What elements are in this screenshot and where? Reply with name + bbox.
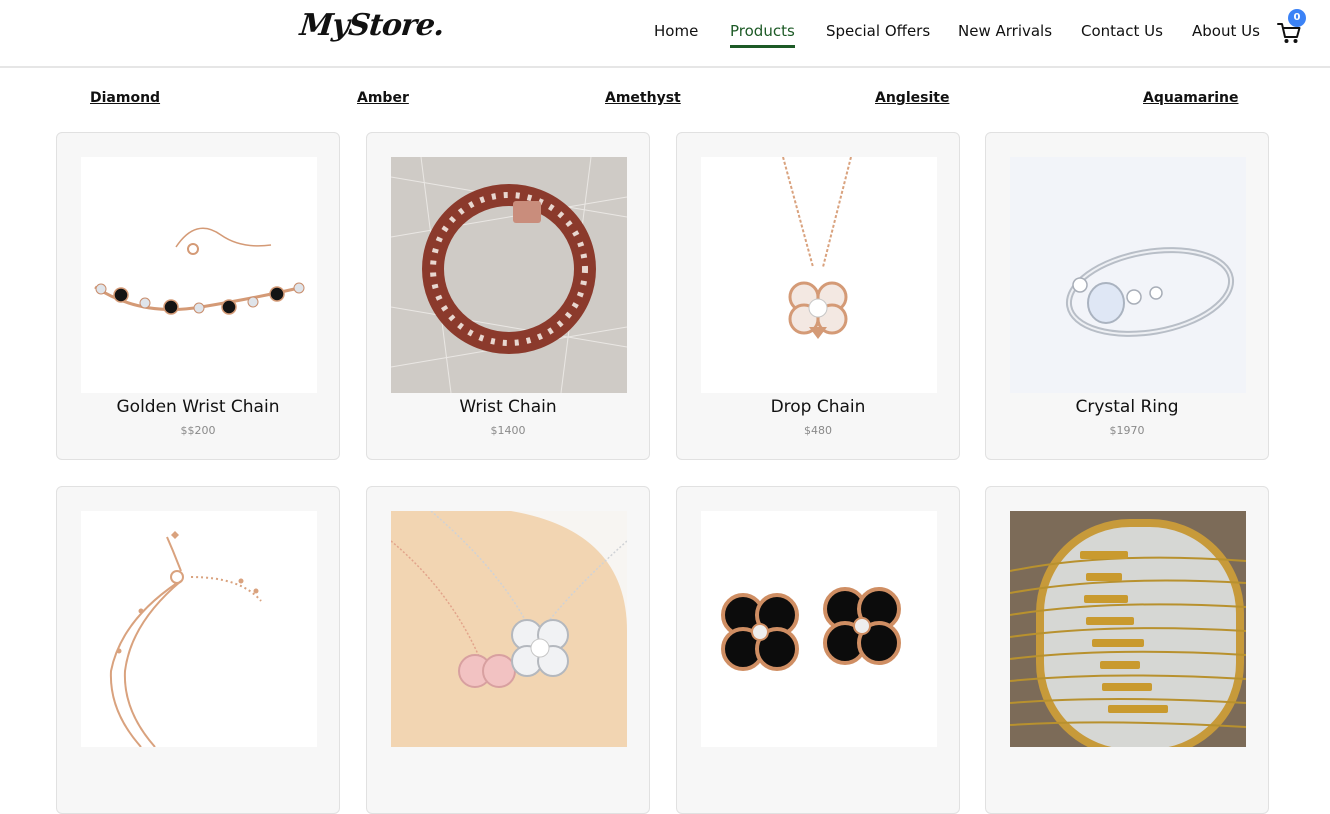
nav-products[interactable]: Products [730, 22, 795, 48]
nav-about-us[interactable]: About Us [1192, 22, 1260, 40]
category-amber[interactable]: Amber [357, 90, 409, 106]
category-aquamarine[interactable]: Aquamarine [1143, 90, 1238, 106]
product-price: $$200 [180, 424, 216, 437]
product-image[interactable] [701, 511, 937, 747]
category-amethyst[interactable]: Amethyst [605, 90, 681, 106]
nav-special-offers[interactable]: Special Offers [826, 22, 930, 40]
category-diamond[interactable]: Diamond [90, 90, 160, 106]
product-image[interactable] [391, 511, 627, 747]
product-card[interactable] [366, 486, 650, 814]
product-title[interactable]: Golden Wrist Chain [57, 397, 339, 417]
product-image[interactable] [81, 157, 317, 393]
nav-new-arrivals[interactable]: New Arrivals [958, 22, 1052, 40]
product-image[interactable] [391, 157, 627, 393]
nav-contact-us[interactable]: Contact Us [1081, 22, 1163, 40]
product-image[interactable] [701, 157, 937, 393]
product-card[interactable]: Crystal Ring $1970 [985, 132, 1269, 460]
product-card[interactable]: Wrist Chain $1400 [366, 132, 650, 460]
active-nav-underline [730, 45, 795, 48]
product-image[interactable] [81, 511, 317, 747]
product-title[interactable]: Drop Chain [677, 397, 959, 417]
nav-home[interactable]: Home [654, 22, 698, 40]
product-image[interactable] [1010, 157, 1246, 393]
product-title[interactable]: Crystal Ring [986, 397, 1268, 417]
product-price: $1970 [1109, 424, 1145, 437]
nav-products-label: Products [730, 22, 795, 40]
product-price: $1400 [490, 424, 526, 437]
product-price: $480 [804, 424, 832, 437]
cart-count-badge: 0 [1288, 9, 1306, 27]
product-card[interactable]: Drop Chain $480 [676, 132, 960, 460]
product-card[interactable] [985, 486, 1269, 814]
product-card[interactable] [56, 486, 340, 814]
product-card[interactable] [676, 486, 960, 814]
category-anglesite[interactable]: Anglesite [875, 90, 949, 106]
main-nav: Home Products Special Offers New Arrival… [0, 22, 1330, 48]
site-header: MyStore. Home Products Special Offers Ne… [0, 0, 1330, 68]
product-title[interactable]: Wrist Chain [367, 397, 649, 417]
product-image[interactable] [1010, 511, 1246, 747]
product-card[interactable]: Golden Wrist Chain $$200 [56, 132, 340, 460]
